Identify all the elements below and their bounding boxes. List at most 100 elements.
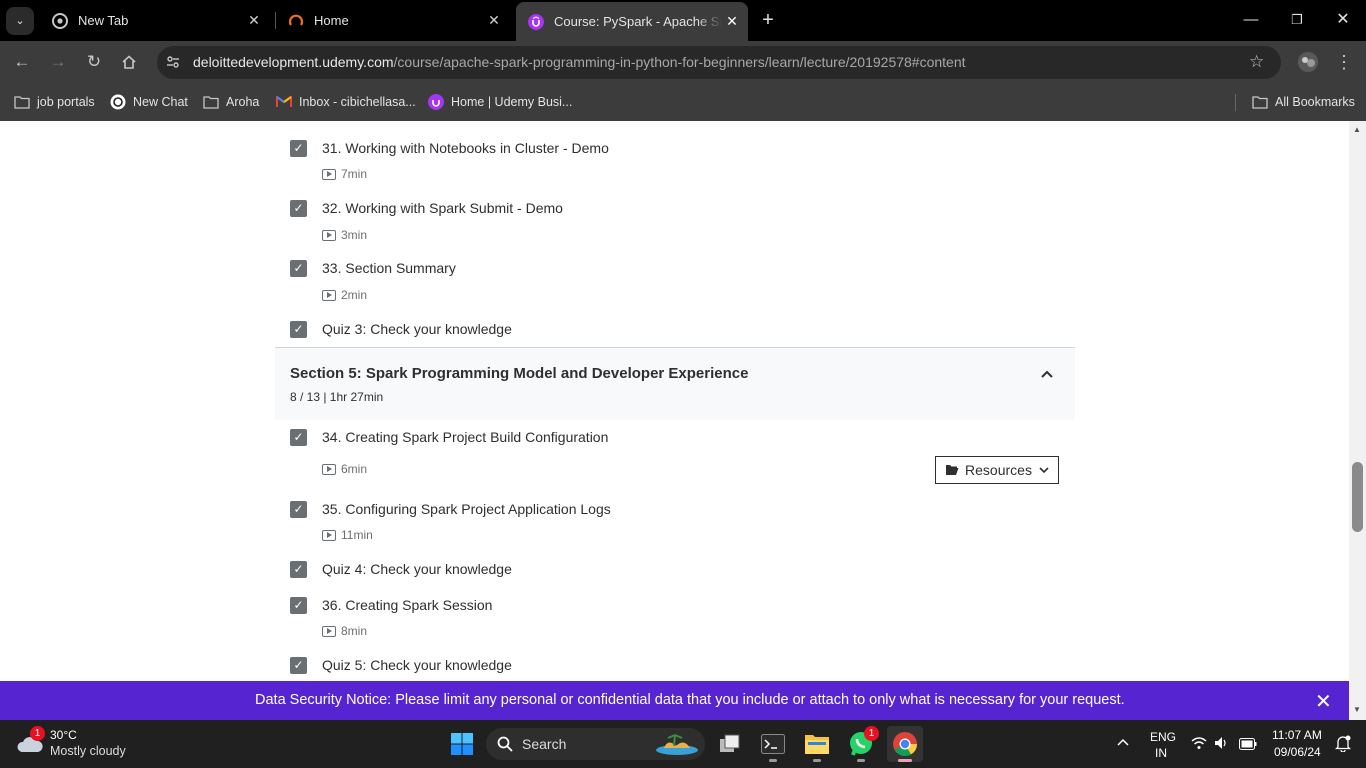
bookmark-aroha[interactable]: Aroha: [203, 92, 259, 112]
minimize-icon[interactable]: —: [1238, 8, 1264, 32]
folder-icon: [805, 735, 829, 754]
taskbar-search[interactable]: Search: [486, 728, 705, 760]
lecture-title[interactable]: 32. Working with Spark Submit - Demo: [322, 200, 563, 216]
lecture-title[interactable]: 31. Working with Notebooks in Cluster - …: [322, 140, 609, 156]
udemy-icon: [528, 13, 544, 30]
quiz-title[interactable]: Quiz 5: Check your knowledge: [322, 657, 512, 673]
bookmark-udemy-business[interactable]: Home | Udemy Busi...: [428, 92, 572, 112]
notification-bell-icon[interactable]: [1334, 735, 1352, 757]
close-icon[interactable]: ✕: [1315, 689, 1332, 714]
bookmarks-divider: [1235, 94, 1236, 111]
video-icon: [322, 463, 336, 475]
close-tab-icon[interactable]: ✕: [484, 12, 504, 29]
home-orange-icon: [288, 13, 304, 29]
lecture-title[interactable]: 36. Creating Spark Session: [322, 597, 492, 613]
lecture-title[interactable]: 33. Section Summary: [322, 260, 456, 276]
bookmark-star-icon[interactable]: ☆: [1249, 52, 1264, 72]
chrome-app[interactable]: [887, 726, 923, 762]
course-curriculum: ✓ 31. Working with Notebooks in Cluster …: [0, 121, 1349, 681]
profile-avatar[interactable]: [1294, 48, 1322, 76]
completed-checkbox[interactable]: ✓: [290, 140, 307, 157]
completed-checkbox[interactable]: ✓: [290, 597, 307, 614]
running-indicator: [769, 759, 777, 762]
section-title: Section 5: Spark Programming Model and D…: [290, 365, 749, 382]
reload-icon[interactable]: ↻: [80, 48, 108, 76]
udemy-icon: [428, 94, 444, 110]
completed-checkbox[interactable]: ✓: [290, 200, 307, 217]
back-icon[interactable]: ←: [8, 48, 36, 76]
chevron-down-icon: [1039, 466, 1049, 473]
folder-open-icon: [946, 465, 959, 475]
completed-checkbox[interactable]: ✓: [290, 321, 307, 338]
quiz-title[interactable]: Quiz 3: Check your knowledge: [322, 321, 512, 337]
whatsapp-app[interactable]: 1: [843, 726, 879, 762]
lecture-duration: 2min: [322, 288, 367, 302]
terminal-app[interactable]: [755, 726, 791, 762]
bookmark-new-chat[interactable]: New Chat: [110, 92, 188, 112]
resources-dropdown[interactable]: Resources: [935, 456, 1059, 484]
weather-widget[interactable]: 1: [16, 726, 46, 758]
scroll-up-icon[interactable]: ▲: [1353, 125, 1361, 134]
active-indicator: [898, 759, 912, 762]
section-progress: 8 / 13 | 1hr 27min: [290, 390, 384, 404]
close-tab-icon[interactable]: ✕: [244, 12, 264, 29]
menu-dots-icon[interactable]: ⋮: [1330, 48, 1358, 76]
folder-icon: [14, 94, 30, 110]
page-scrollbar[interactable]: ▲ ▼: [1349, 121, 1366, 720]
clock-date[interactable]: 09/06/24: [1274, 745, 1321, 759]
folder-icon: [203, 94, 219, 110]
tab-title: Home: [314, 13, 349, 28]
lecture-title[interactable]: 35. Configuring Spark Project Applicatio…: [322, 501, 611, 517]
site-info-icon[interactable]: [165, 54, 181, 75]
file-explorer-app[interactable]: [799, 726, 835, 762]
forward-icon[interactable]: →: [44, 48, 72, 76]
tab-search-button[interactable]: ⌄: [6, 7, 34, 35]
start-button[interactable]: [444, 726, 480, 762]
language-indicator[interactable]: ENG: [1150, 730, 1176, 744]
all-bookmarks[interactable]: All Bookmarks: [1252, 92, 1355, 112]
quiz-title[interactable]: Quiz 4: Check your knowledge: [322, 561, 512, 577]
show-hidden-icons[interactable]: [1116, 734, 1130, 752]
bookmark-label: All Bookmarks: [1275, 95, 1355, 109]
video-icon: [322, 625, 336, 637]
scrollbar-thumb[interactable]: [1352, 462, 1363, 532]
tab-new-tab[interactable]: New Tab ✕: [40, 6, 270, 35]
bookmark-job-portals[interactable]: job portals: [14, 92, 95, 112]
bookmark-label: New Chat: [133, 95, 188, 109]
gmail-icon: [276, 94, 292, 110]
weather-badge: 1: [30, 726, 45, 741]
close-tab-icon[interactable]: ✕: [722, 13, 742, 30]
region-indicator[interactable]: IN: [1155, 746, 1167, 760]
bookmark-label: job portals: [37, 95, 95, 109]
task-view-button[interactable]: [712, 726, 748, 762]
data-security-notice: Data Security Notice: Please limit any p…: [0, 681, 1349, 720]
completed-checkbox[interactable]: ✓: [290, 260, 307, 277]
completed-checkbox[interactable]: ✓: [290, 657, 307, 674]
section-header[interactable]: Section 5: Spark Programming Model and D…: [275, 347, 1075, 420]
close-window-icon[interactable]: ✕: [1330, 8, 1356, 32]
lecture-duration: 8min: [322, 624, 367, 638]
video-icon: [322, 289, 336, 301]
tab-title: New Tab: [78, 13, 129, 28]
tab-home[interactable]: Home ✕: [276, 6, 510, 35]
completed-checkbox[interactable]: ✓: [290, 561, 307, 578]
battery-icon[interactable]: [1239, 737, 1257, 755]
url-path: /course/apache-spark-programming-in-pyth…: [393, 54, 966, 70]
bookmark-inbox[interactable]: Inbox - cibichellasa...: [276, 92, 416, 112]
restore-icon[interactable]: ❐: [1284, 8, 1310, 32]
chevron-up-icon[interactable]: [1041, 365, 1053, 381]
scroll-down-icon[interactable]: ▼: [1353, 705, 1361, 714]
tab-course[interactable]: Course: PySpark - Apache Spark ✕: [516, 2, 748, 41]
running-indicator: [857, 759, 865, 762]
volume-icon[interactable]: [1214, 736, 1230, 755]
lecture-title[interactable]: 34. Creating Spark Project Build Configu…: [322, 429, 608, 445]
home-icon[interactable]: [115, 48, 143, 76]
wifi-icon[interactable]: [1191, 736, 1207, 755]
completed-checkbox[interactable]: ✓: [290, 429, 307, 446]
new-tab-button[interactable]: +: [755, 8, 781, 32]
folder-icon: [1252, 94, 1268, 110]
bookmarks-bar: job portals New Chat Aroha Inbox - cibic…: [0, 84, 1366, 122]
completed-checkbox[interactable]: ✓: [290, 501, 307, 518]
address-bar[interactable]: deloittedevelopment.udemy.com/course/apa…: [157, 46, 1281, 79]
clock-time[interactable]: 11:07 AM: [1272, 728, 1322, 742]
